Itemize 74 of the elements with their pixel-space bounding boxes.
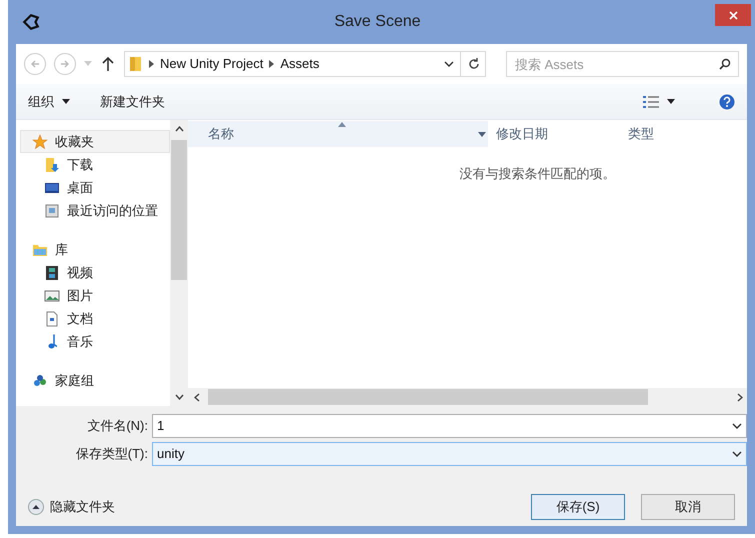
view-options-button[interactable] <box>643 94 675 108</box>
organize-button[interactable]: 组织 <box>28 92 70 112</box>
nav-item[interactable]: 图片 <box>20 284 170 307</box>
picture-icon <box>43 288 61 304</box>
field-label: 文件名(N): <box>86 417 149 436</box>
breadcrumb-arrow-icon <box>269 60 274 68</box>
nav-label: 库 <box>55 240 68 259</box>
scrollbar-thumb[interactable] <box>208 389 648 405</box>
list-view-icon <box>643 94 659 108</box>
nav-label: 下载 <box>67 156 93 174</box>
close-button[interactable] <box>715 4 751 26</box>
nav-label: 文档 <box>67 310 93 328</box>
sort-arrow-icon <box>338 122 346 127</box>
new-folder-button[interactable]: 新建文件夹 <box>100 92 165 112</box>
nav-label: 视频 <box>67 264 93 282</box>
unity-logo-icon <box>22 13 40 31</box>
dialog-button[interactable]: 保存(S) <box>531 494 625 520</box>
dialog-button[interactable]: 取消 <box>641 494 735 520</box>
caret-icon <box>478 132 486 136</box>
nav-item[interactable]: 桌面 <box>20 176 170 199</box>
nav-item[interactable]: 下载 <box>20 153 170 176</box>
column-header[interactable]: 名称 <box>188 121 488 147</box>
nav-item[interactable]: 最近访问的位置 <box>20 199 170 222</box>
vertical-scrollbar[interactable] <box>170 120 188 406</box>
combo-box[interactable]: 1 <box>152 414 747 438</box>
nav-item[interactable]: 文档 <box>20 307 170 330</box>
breadcrumb-arrow-icon <box>149 60 154 68</box>
up-arrow-icon <box>102 57 114 71</box>
nav-label: 家庭组 <box>55 372 94 390</box>
breadcrumb-item[interactable]: Assets <box>280 54 320 74</box>
window-title: Save Scene <box>333 12 422 32</box>
close-icon <box>728 10 738 20</box>
nav-label: 音乐 <box>67 332 93 351</box>
recent-places-icon <box>43 202 61 218</box>
nav-item[interactable]: 视频 <box>20 261 170 284</box>
breadcrumb-item[interactable]: New Unity Project <box>160 54 264 74</box>
scroll-right-icon[interactable] <box>737 392 743 402</box>
refresh-icon[interactable] <box>467 57 481 71</box>
nav-group[interactable]: 收藏夹 <box>20 130 170 153</box>
folder-download-icon <box>43 156 61 172</box>
chevron-down-icon <box>732 421 742 431</box>
nav-group[interactable]: 家庭组 <box>20 369 170 392</box>
nav-label: 桌面 <box>67 178 93 197</box>
hide-folders-button[interactable]: 隐藏文件夹 <box>28 497 115 517</box>
up-button[interactable] <box>100 54 116 74</box>
nav-item[interactable]: 音乐 <box>20 330 170 353</box>
collapse-icon <box>28 499 44 515</box>
music-note-icon <box>48 334 56 350</box>
scroll-down-icon[interactable] <box>174 394 184 400</box>
search-icon <box>719 58 731 70</box>
chevron-down-icon <box>444 59 454 69</box>
empty-message: 没有与搜索条件匹配的项。 <box>460 165 616 183</box>
scrollbar-thumb[interactable] <box>171 140 187 280</box>
combo-box[interactable]: unity <box>152 442 747 466</box>
search-field[interactable]: 搜索 Assets <box>506 51 739 77</box>
nav-label: 最近访问的位置 <box>67 202 158 220</box>
folder-icon <box>129 56 143 72</box>
scroll-left-icon[interactable] <box>194 392 200 402</box>
nav-label: 图片 <box>67 286 93 305</box>
forward-arrow-icon <box>60 59 70 69</box>
field-label: 保存类型(T): <box>74 445 149 464</box>
horizontal-scrollbar[interactable] <box>188 388 747 406</box>
caret-icon <box>62 99 70 104</box>
chevron-down-icon <box>732 449 742 459</box>
nav-label: 收藏夹 <box>55 132 94 151</box>
nav-group[interactable]: 库 <box>20 238 170 261</box>
help-icon[interactable] <box>719 94 735 110</box>
homegroup-icon <box>31 372 49 388</box>
film-icon <box>43 264 61 280</box>
back-arrow-icon <box>30 59 40 69</box>
star-icon <box>31 134 49 150</box>
scroll-up-icon[interactable] <box>174 126 184 132</box>
address-bar[interactable]: New Unity Project Assets <box>124 51 486 77</box>
caret-icon <box>667 99 675 104</box>
